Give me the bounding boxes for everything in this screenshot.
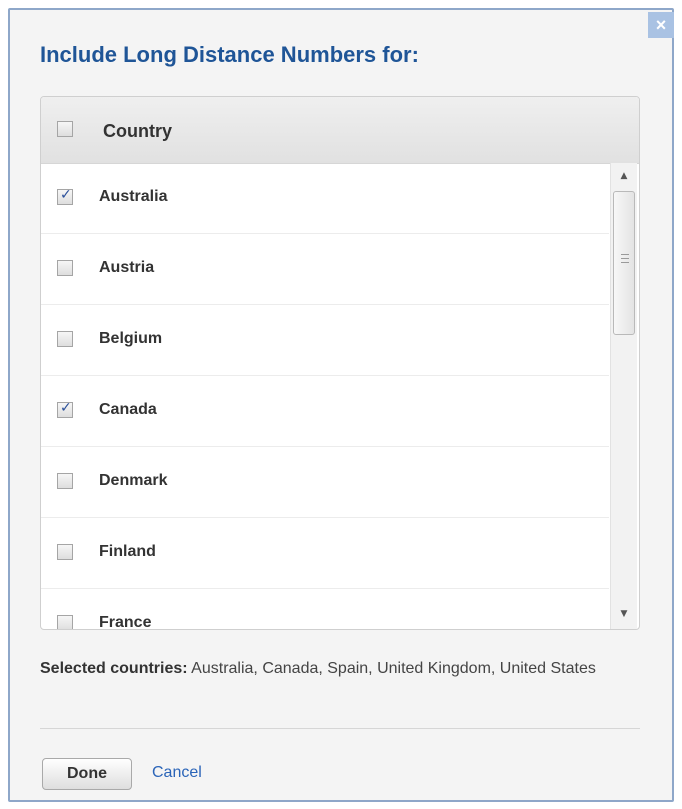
row-checkbox[interactable]: ✓ xyxy=(57,400,73,418)
select-all-checkbox[interactable] xyxy=(57,121,73,137)
row-checkbox[interactable] xyxy=(57,331,73,347)
list-item[interactable]: Denmark xyxy=(41,447,609,518)
grip-icon xyxy=(621,254,629,263)
country-label: Australia xyxy=(99,188,168,205)
country-label: Belgium xyxy=(99,330,163,347)
row-checkbox[interactable] xyxy=(57,260,73,276)
row-checkbox[interactable] xyxy=(57,544,73,560)
list-item[interactable]: ✓ Canada xyxy=(41,376,609,447)
country-list: ✓ Australia Austria Belgium ✓ Canada Den… xyxy=(41,163,609,629)
list-item[interactable]: France xyxy=(41,589,609,629)
close-icon[interactable]: × xyxy=(648,12,674,38)
list-item[interactable]: Belgium xyxy=(41,305,609,376)
selected-countries-label: Selected countries: xyxy=(40,660,188,677)
country-label: Finland xyxy=(99,543,156,560)
checkmark-icon: ✓ xyxy=(60,187,72,203)
country-label: France xyxy=(99,614,152,629)
country-label: Canada xyxy=(99,401,157,418)
country-label: Denmark xyxy=(99,472,168,489)
dialog-title: Include Long Distance Numbers for: xyxy=(40,42,419,67)
country-column-header: Country xyxy=(103,121,172,141)
row-checkbox[interactable] xyxy=(57,615,73,629)
divider xyxy=(40,728,640,729)
selected-countries-value: Australia, Canada, Spain, United Kingdom… xyxy=(191,660,596,677)
scroll-up-icon[interactable]: ▲ xyxy=(611,167,637,185)
country-grid: Country ✓ Australia Austria Belgium ✓ Ca… xyxy=(40,96,640,630)
grid-header: Country xyxy=(41,97,639,164)
row-checkbox[interactable] xyxy=(57,473,73,489)
checkmark-icon: ✓ xyxy=(60,400,72,416)
selected-countries-summary: Selected countries: Australia, Canada, S… xyxy=(40,658,630,680)
country-dialog: × Include Long Distance Numbers for: Cou… xyxy=(8,8,674,802)
row-checkbox[interactable]: ✓ xyxy=(57,187,73,205)
vertical-scrollbar[interactable]: ▲ ▼ xyxy=(610,163,637,629)
list-item[interactable]: Finland xyxy=(41,518,609,589)
cancel-link[interactable]: Cancel xyxy=(152,764,202,782)
country-label: Austria xyxy=(99,259,155,276)
done-button[interactable]: Done xyxy=(42,758,132,790)
scroll-thumb[interactable] xyxy=(613,191,635,335)
list-item[interactable]: Austria xyxy=(41,234,609,305)
list-item[interactable]: ✓ Australia xyxy=(41,163,609,234)
scroll-down-icon[interactable]: ▼ xyxy=(611,605,637,623)
